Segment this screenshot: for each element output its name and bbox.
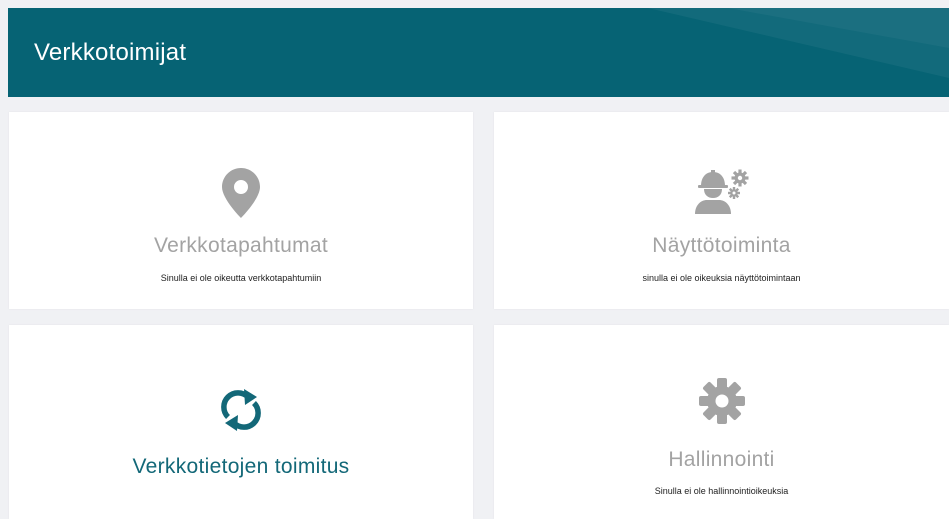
worker-gears-icon xyxy=(694,169,748,214)
card-title: Verkkotietojen toimitus xyxy=(132,455,350,478)
map-marker-icon xyxy=(222,168,260,218)
sync-arrows-icon xyxy=(221,389,261,431)
card-nayttotoiminta: Näyttötoiminta sinulla ei ole oikeuksia … xyxy=(494,112,949,309)
card-permission-note: sinulla ei ole oikeuksia näyttötoimintaa… xyxy=(642,273,801,283)
card-permission-note: Sinulla ei ole hallinnointioikeuksia xyxy=(654,486,789,496)
card-title: Näyttötoiminta xyxy=(652,234,791,257)
card-verkkotapahtumat: Verkkotapahtumat Sinulla ei ole oikeutta… xyxy=(9,112,473,309)
page-title: Verkkotoimijat xyxy=(34,39,187,66)
card-title: Hallinnointi xyxy=(668,448,775,471)
page-header: Verkkotoimijat xyxy=(8,8,949,97)
gear-icon xyxy=(698,378,745,424)
card-hallinnointi: Hallinnointi Sinulla ei ole hallinnointi… xyxy=(494,325,949,519)
card-title: Verkkotapahtumat xyxy=(153,234,329,257)
card-permission-note: Sinulla ei ole oikeutta verkkotapahtumii… xyxy=(160,273,322,283)
card-verkkotietojen-toimitus[interactable]: Verkkotietojen toimitus xyxy=(9,325,473,519)
